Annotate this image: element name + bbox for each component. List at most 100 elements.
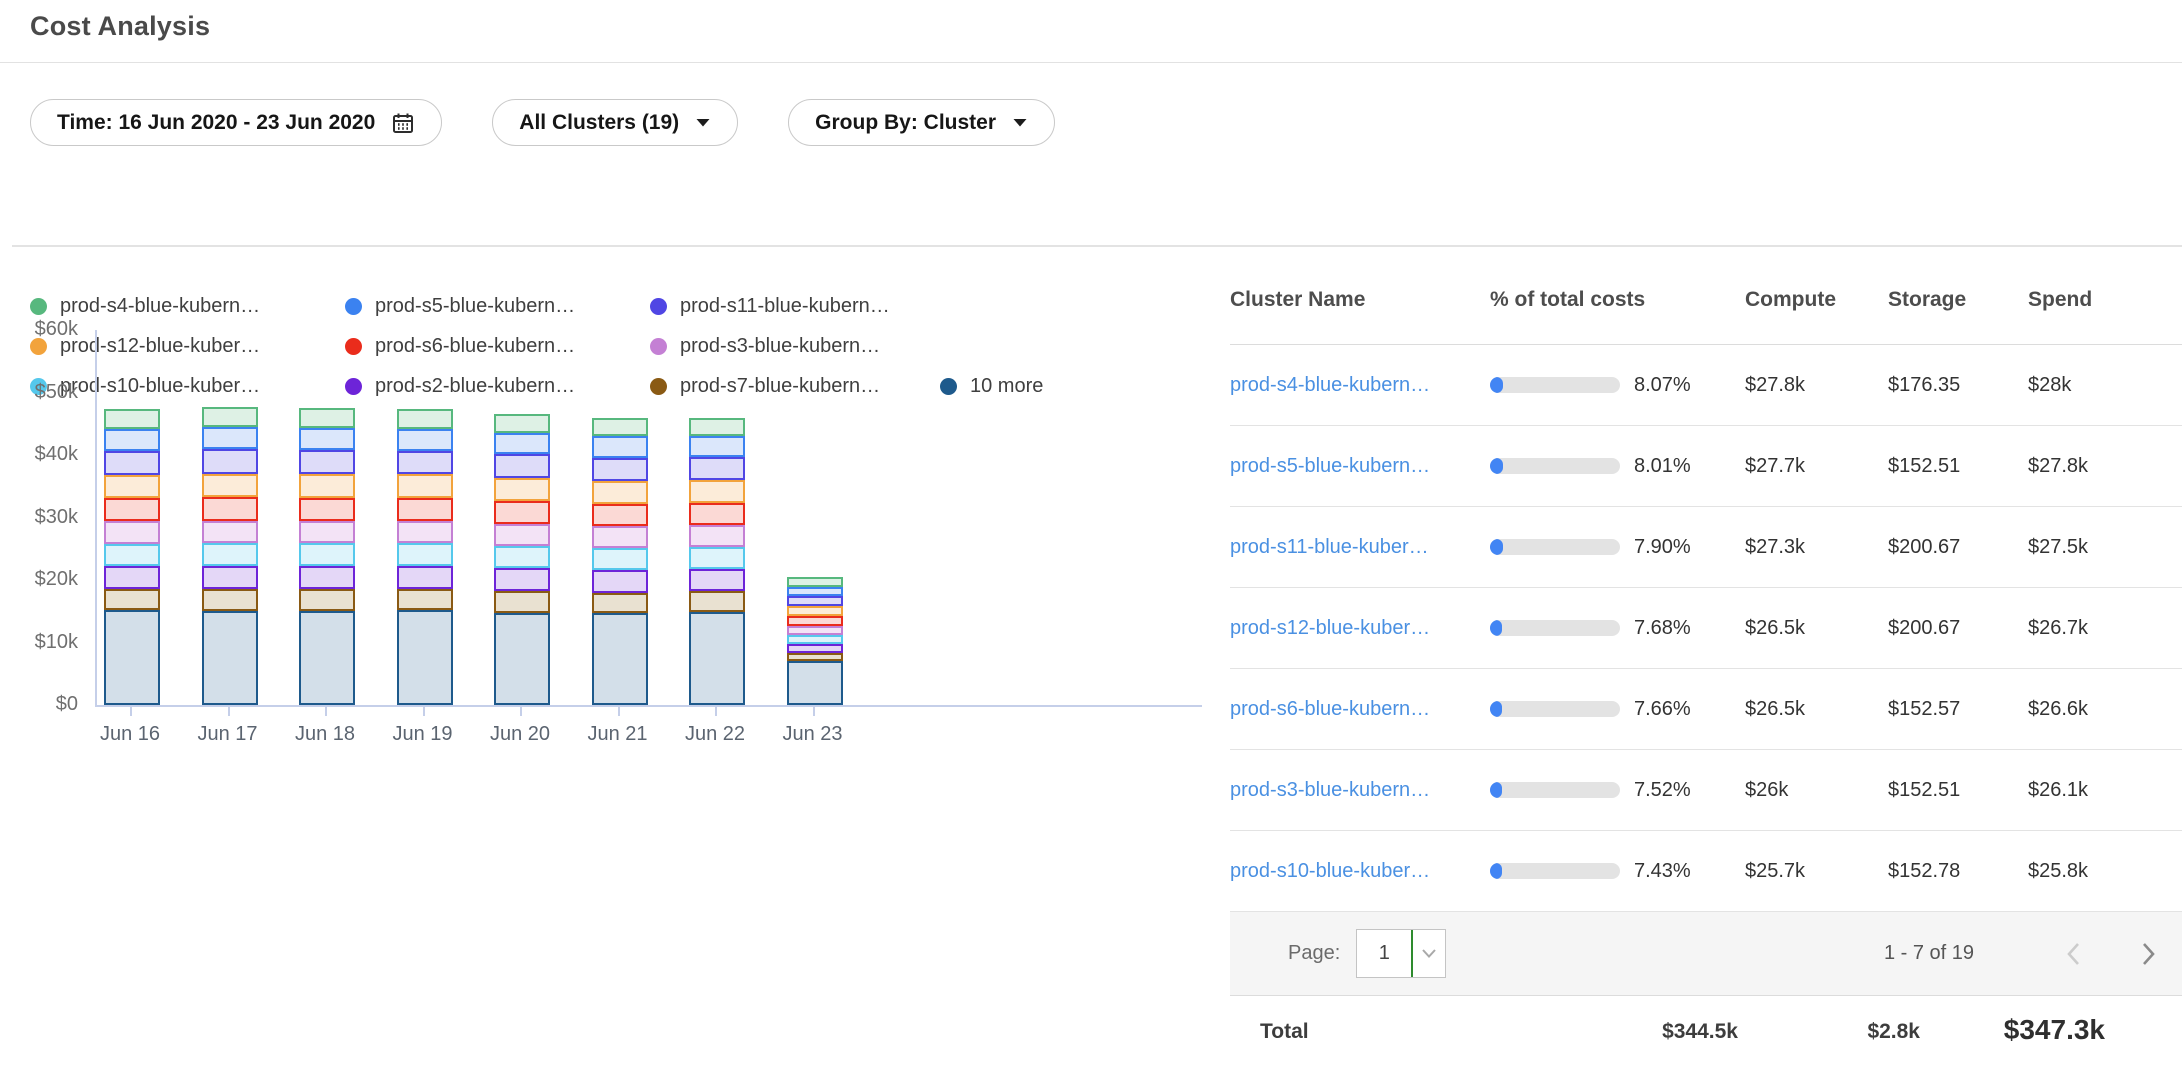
clusters-filter[interactable]: All Clusters (19) — [492, 99, 738, 146]
cost-analysis-page: Cost Analysis Time: 16 Jun 2020 - 23 Jun… — [0, 0, 2182, 1052]
chart-panel: prod-s4-blue-kubern… prod-s5-blue-kubern…… — [0, 246, 1230, 1052]
total-row: Total $344.5k $2.8k $347.3k — [1230, 996, 2182, 1069]
pct-bar-track — [1490, 782, 1620, 798]
page-select[interactable]: 1 — [1356, 929, 1446, 978]
bar-segment — [299, 521, 355, 544]
bar-segment — [104, 544, 160, 566]
pct-bar-fill — [1490, 539, 1503, 555]
spend-cell: $25.8k — [2028, 860, 2182, 883]
bar-segment — [104, 610, 160, 705]
pct-of-total-cell: 7.66% — [1490, 698, 1745, 721]
bar-segment — [202, 427, 258, 450]
cluster-name-link[interactable]: prod-s5-blue-kubern… — [1230, 455, 1490, 478]
x-axis-tick — [813, 707, 815, 716]
table-row: prod-s12-blue-kuber…7.68%$26.5k$200.67$2… — [1230, 588, 2182, 669]
x-axis-tick-label: Jun 20 — [465, 723, 575, 746]
bar-segment — [299, 543, 355, 566]
stacked-bar-jun-19 — [397, 409, 453, 705]
bar-segment — [592, 570, 648, 593]
bar-segment — [787, 635, 843, 644]
column-header: Compute — [1745, 288, 1888, 312]
bar-segment — [689, 547, 745, 569]
pct-value: 7.90% — [1634, 536, 1691, 559]
bar-segment — [299, 428, 355, 450]
next-page-button[interactable] — [2136, 940, 2160, 968]
x-axis-tick-label: Jun 18 — [270, 723, 380, 746]
pct-value: 8.07% — [1634, 374, 1691, 397]
pct-value: 7.43% — [1634, 860, 1691, 883]
bar-segment — [592, 458, 648, 481]
group-by-filter[interactable]: Group By: Cluster — [788, 99, 1055, 146]
cluster-name-link[interactable]: prod-s10-blue-kuber… — [1230, 860, 1490, 883]
stacked-bar-jun-18 — [299, 408, 355, 706]
x-axis-tick — [325, 707, 327, 716]
storage-cell: $152.51 — [1888, 779, 2028, 802]
total-label: Total — [1260, 1020, 1309, 1044]
bar-segment — [397, 566, 453, 590]
legend-item-label: prod-s11-blue-kubern… — [680, 295, 890, 318]
spend-cell: $28k — [2028, 374, 2182, 397]
bar-segment — [592, 418, 648, 437]
bar-segment — [299, 589, 355, 610]
legend-item[interactable]: prod-s4-blue-kubern… — [30, 295, 345, 318]
x-axis-tick — [715, 707, 717, 716]
bar-segment — [299, 611, 355, 705]
pct-value: 7.68% — [1634, 617, 1691, 640]
bar-segment — [787, 661, 843, 705]
bar-segment — [104, 409, 160, 430]
bar-segment — [299, 450, 355, 474]
storage-cell: $200.67 — [1888, 617, 2028, 640]
cluster-name-link[interactable]: prod-s12-blue-kuber… — [1230, 617, 1490, 640]
bar-segment — [689, 525, 745, 547]
stacked-bar-jun-17 — [202, 407, 258, 705]
pct-bar-fill — [1490, 620, 1502, 636]
bar-segment — [689, 503, 745, 526]
cluster-name-link[interactable]: prod-s11-blue-kuber… — [1230, 536, 1490, 559]
bar-segment — [689, 480, 745, 503]
spend-cell: $27.5k — [2028, 536, 2182, 559]
compute-cell: $26.5k — [1745, 617, 1888, 640]
time-range-filter[interactable]: Time: 16 Jun 2020 - 23 Jun 2020 — [30, 99, 442, 146]
bar-segment — [202, 521, 258, 544]
spend-cell: $27.8k — [2028, 455, 2182, 478]
bar-segment — [689, 436, 745, 457]
bar-segment — [592, 593, 648, 614]
table-header-row: Cluster Name% of total costsComputeStora… — [1230, 246, 2182, 345]
y-axis-tick-label: $30k — [0, 506, 78, 529]
bar-segment — [494, 524, 550, 547]
bar-segment — [689, 612, 745, 705]
compute-cell: $27.8k — [1745, 374, 1888, 397]
prev-page-button[interactable] — [2062, 940, 2086, 968]
header-divider — [0, 62, 2182, 63]
cluster-name-link[interactable]: prod-s3-blue-kubern… — [1230, 779, 1490, 802]
group-by-filter-label: Group By: Cluster — [815, 111, 996, 135]
bar-segment — [202, 407, 258, 427]
pct-of-total-cell: 7.43% — [1490, 860, 1745, 883]
cluster-name-link[interactable]: prod-s4-blue-kubern… — [1230, 374, 1490, 397]
table-row: prod-s3-blue-kubern…7.52%$26k$152.51$26.… — [1230, 750, 2182, 831]
bar-segment — [787, 653, 843, 661]
filter-bar: Time: 16 Jun 2020 - 23 Jun 2020 All Clus… — [30, 99, 1055, 146]
page-select-value: 1 — [1357, 942, 1411, 965]
stacked-bar-jun-21 — [592, 418, 648, 706]
bar-segment — [494, 501, 550, 524]
x-axis-tick — [423, 707, 425, 716]
cluster-name-link[interactable]: prod-s6-blue-kubern… — [1230, 698, 1490, 721]
legend-item[interactable]: prod-s5-blue-kubern… — [345, 295, 650, 318]
legend-item-label: prod-s4-blue-kubern… — [60, 295, 260, 318]
total-storage: $2.8k — [1867, 1020, 1920, 1044]
stacked-bar-jun-22 — [689, 418, 745, 706]
bar-segment — [299, 408, 355, 429]
table-row: prod-s5-blue-kubern…8.01%$27.7k$152.51$2… — [1230, 426, 2182, 507]
bar-segment — [689, 569, 745, 592]
table-row: prod-s6-blue-kubern…7.66%$26.5k$152.57$2… — [1230, 669, 2182, 750]
page-label: Page: — [1288, 942, 1340, 965]
legend-item[interactable]: prod-s11-blue-kubern… — [650, 295, 940, 318]
y-axis-tick-label: $50k — [0, 381, 78, 404]
pct-of-total-cell: 7.68% — [1490, 617, 1745, 640]
bar-segment — [494, 546, 550, 568]
pct-bar-fill — [1490, 863, 1502, 879]
x-axis-tick — [618, 707, 620, 716]
bar-segment — [397, 610, 453, 705]
bar-segment — [202, 589, 258, 611]
